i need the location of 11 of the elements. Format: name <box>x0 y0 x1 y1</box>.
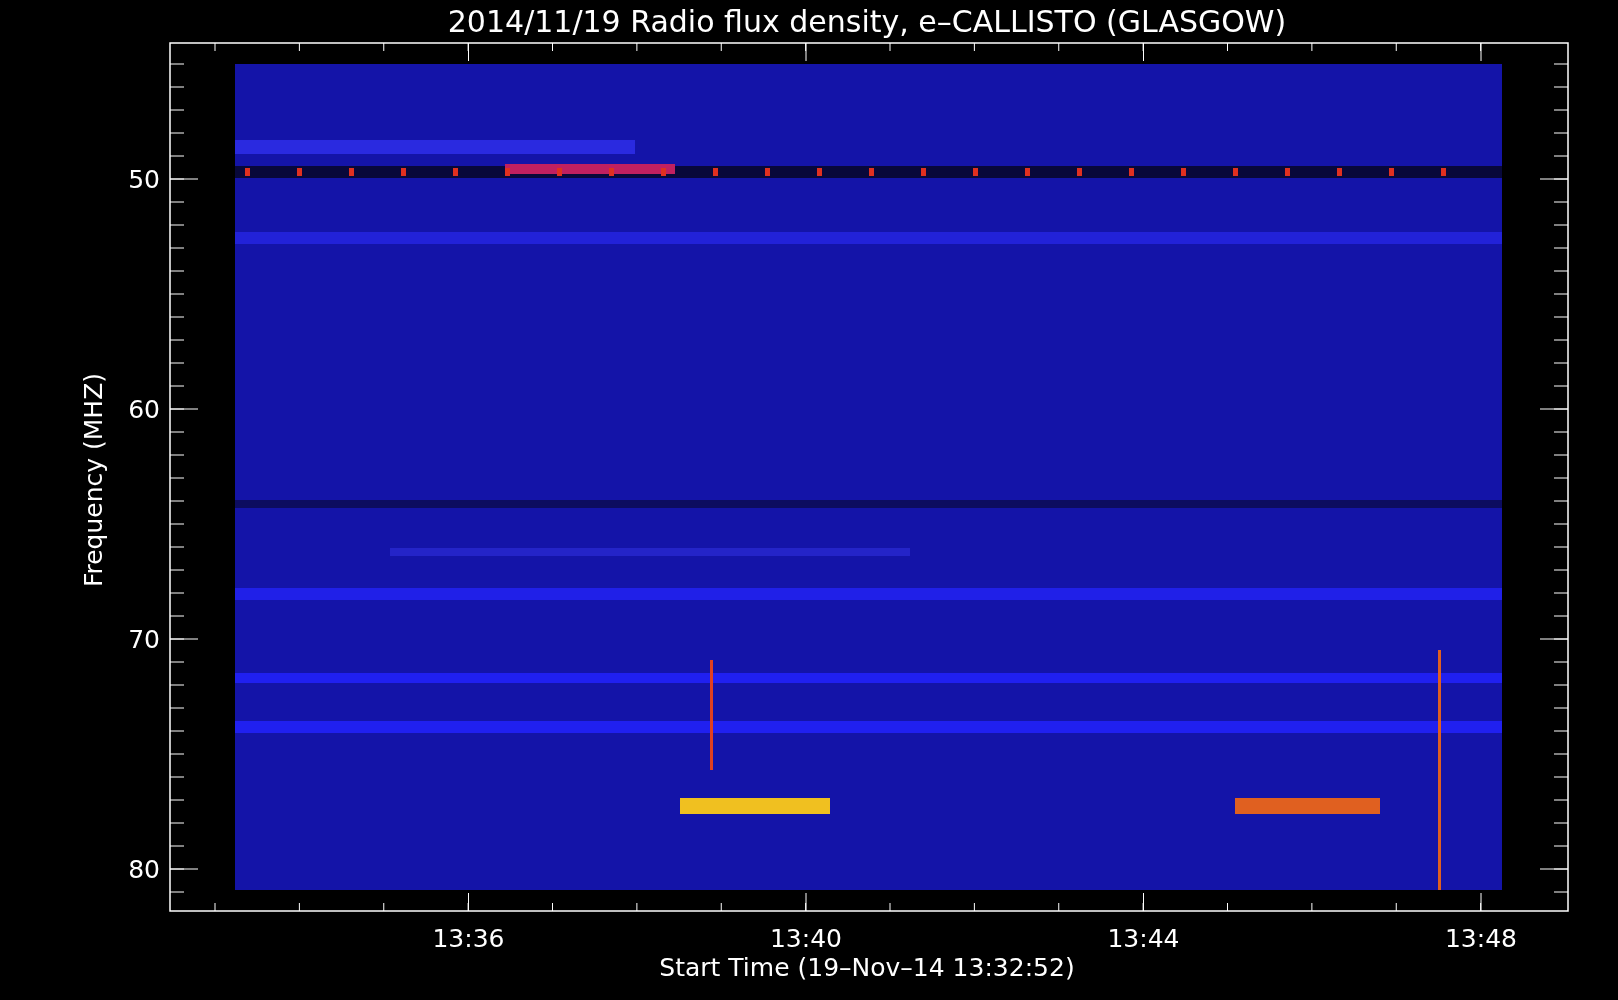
tick-label: 13:40 <box>770 924 842 953</box>
chart-title: 2014/11/19 Radio flux density, e–CALLISTO (GLASGOW) <box>447 4 1287 39</box>
axis-title: Frequency (MHZ) <box>79 372 108 588</box>
tick-label: 13:36 <box>432 924 505 953</box>
tick-label: 50 <box>128 165 160 194</box>
tick-label: 60 <box>128 395 160 424</box>
tick-label: 13:48 <box>1445 924 1517 953</box>
tick-label: 70 <box>128 625 160 654</box>
tick-label: 13:44 <box>1107 924 1180 953</box>
tick-label: 80 <box>128 855 160 884</box>
axis-title: Start Time (19–Nov–14 13:32:52) <box>659 953 1075 982</box>
